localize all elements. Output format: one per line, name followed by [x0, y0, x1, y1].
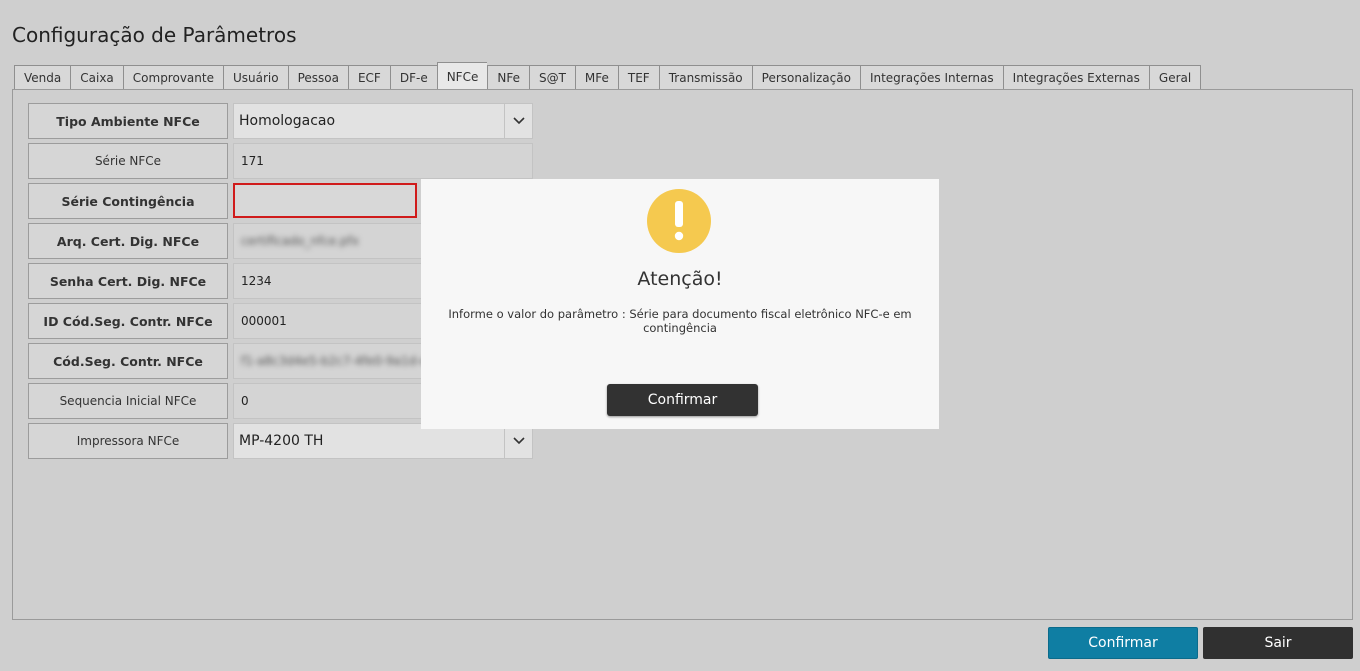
tipo-ambiente-select[interactable]: Homologacao — [233, 103, 533, 139]
tab-tef[interactable]: TEF — [617, 65, 659, 90]
tab-nfe[interactable]: NFe — [487, 65, 529, 90]
dialog-message: Informe o valor do parâmetro : Série par… — [448, 307, 912, 335]
tab-mfe[interactable]: MFe — [574, 65, 618, 90]
field-label: Série Contingência — [28, 183, 228, 219]
alert-dialog: Atenção! Informe o valor do parâmetro : … — [421, 179, 939, 429]
field-label: Sequencia Inicial NFCe — [28, 383, 228, 419]
tab-transmissao[interactable]: Transmissão — [658, 65, 752, 90]
tab-nfce[interactable]: NFCe — [436, 62, 488, 90]
exit-button[interactable]: Sair — [1203, 627, 1353, 659]
tab-pessoa[interactable]: Pessoa — [287, 65, 348, 90]
dialog-title: Atenção! — [637, 268, 723, 290]
field-label: Senha Cert. Dig. NFCe — [28, 263, 228, 299]
chevron-down-icon[interactable] — [504, 424, 532, 458]
tab-geral[interactable]: Geral — [1148, 65, 1202, 90]
tab-usuario[interactable]: Usuário — [222, 65, 288, 90]
dialog-confirm-button[interactable]: Confirmar — [607, 384, 758, 416]
field-label: Impressora NFCe — [28, 423, 228, 459]
warning-icon — [647, 189, 711, 253]
form-row-serie-nfce: Série NFCe 171 — [28, 143, 533, 179]
page-title: Configuração de Parâmetros — [12, 23, 297, 47]
tab-personalizacao[interactable]: Personalização — [751, 65, 860, 90]
form-row-tipo-ambiente: Tipo Ambiente NFCe Homologacao — [28, 103, 533, 139]
field-label: Arq. Cert. Dig. NFCe — [28, 223, 228, 259]
field-label: Tipo Ambiente NFCe — [28, 103, 228, 139]
tab-ecf[interactable]: ECF — [347, 65, 390, 90]
select-value: Homologacao — [239, 113, 336, 129]
chevron-down-icon[interactable] — [504, 104, 532, 138]
field-label: Cód.Seg. Contr. NFCe — [28, 343, 228, 379]
tab-integracoes-externas[interactable]: Integrações Externas — [1002, 65, 1149, 90]
serie-nfce-input[interactable]: 171 — [233, 143, 533, 179]
field-label: ID Cód.Seg. Contr. NFCe — [28, 303, 228, 339]
tab-sat[interactable]: S@T — [528, 65, 575, 90]
redacted-value: certificado_nfce.pfx — [241, 234, 359, 248]
tab-bar: Venda Caixa Comprovante Usuário Pessoa E… — [14, 62, 1202, 90]
field-label: Série NFCe — [28, 143, 228, 179]
tab-caixa[interactable]: Caixa — [70, 65, 123, 90]
confirm-button[interactable]: Confirmar — [1048, 627, 1198, 659]
tab-integracoes-internas[interactable]: Integrações Internas — [859, 65, 1003, 90]
select-value: MP-4200 TH — [239, 433, 324, 449]
tab-comprovante[interactable]: Comprovante — [122, 65, 223, 90]
tab-venda[interactable]: Venda — [14, 65, 71, 90]
tab-dfe[interactable]: DF-e — [389, 65, 437, 90]
serie-contingencia-input[interactable] — [233, 183, 417, 218]
